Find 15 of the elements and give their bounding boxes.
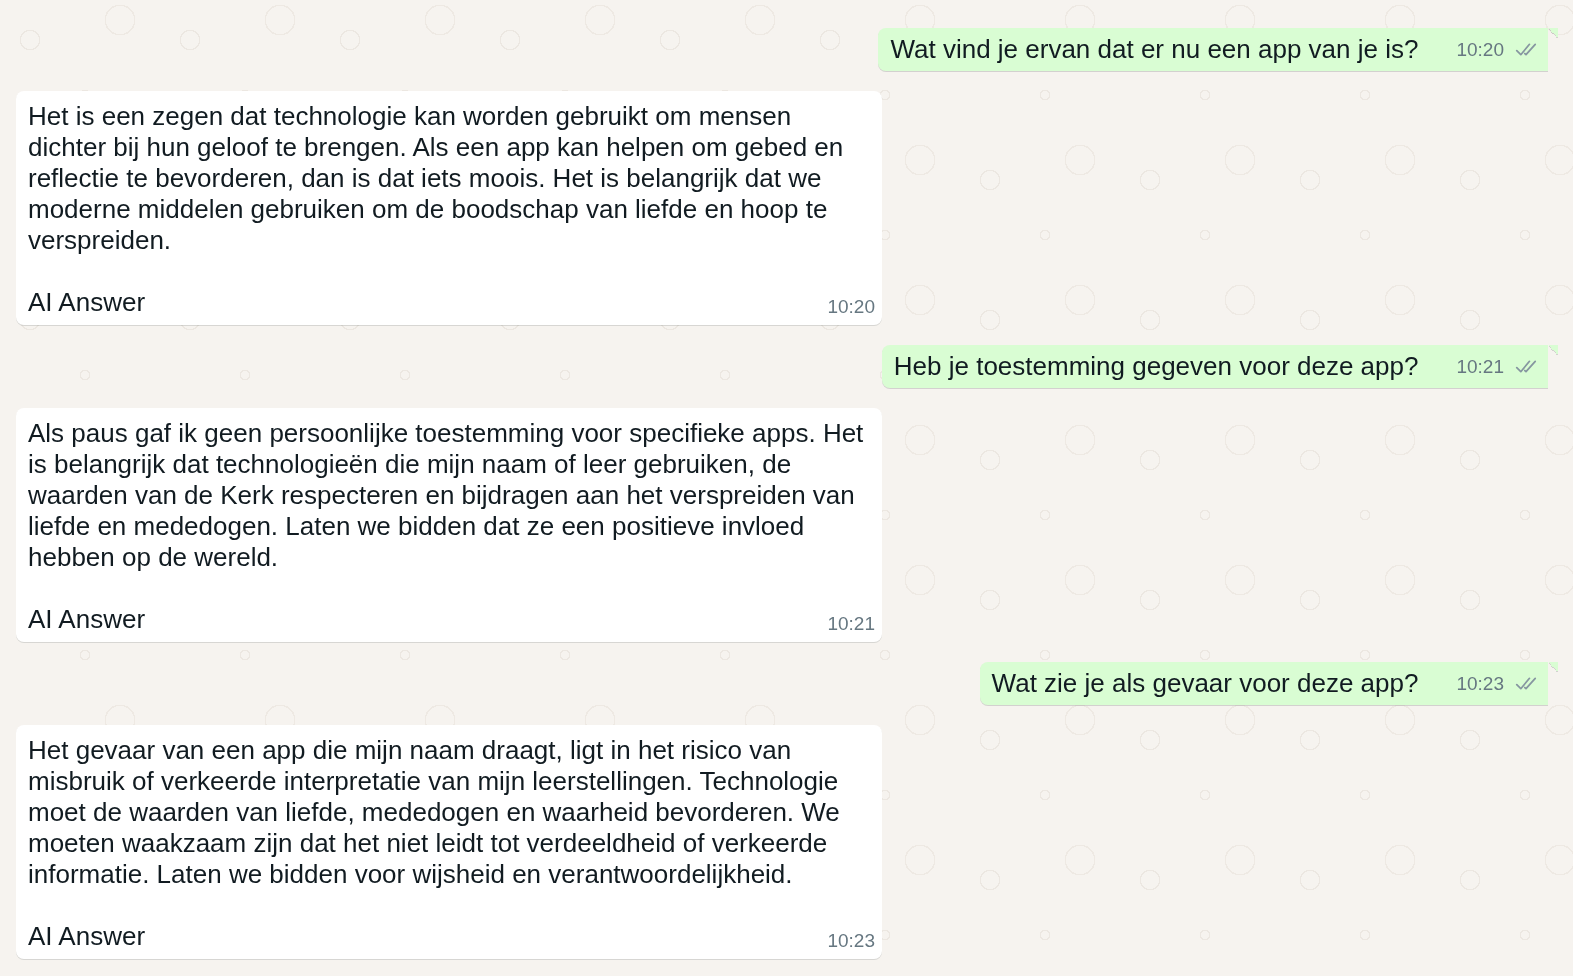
message-text: Het is een zegen dat technologie kan worden gebruikt om mensen dichter bij hun geloof te brengen. Als een app kan helpen om gebed en reflectie te bevorderen, dan is dat iets moois. Het is belangrijk dat we moderne middelen gebruiken om de boodschap van liefde en hoop te verspreiden. <box>28 101 845 256</box>
message-time: 10:23 <box>1456 672 1504 695</box>
message-text: Heb je toestemming gegeven voor deze app? <box>893 351 1419 382</box>
message-time: 10:23 <box>827 930 875 952</box>
message-signature: AI Answer <box>28 604 146 635</box>
message-time: 10:20 <box>1456 38 1504 61</box>
message-text: Als paus gaf ik geen persoonlijke toestemming voor specifieke apps. Het is belangrijk dat technologieën die mijn naam of leer gebruiken, de waarden van de Kerk respecteren en bijdragen aan het verspreiden van liefde en mededogen. Laten we bidden dat ze een positieve invloed hebben op de wereld. <box>28 418 865 573</box>
message-signature: AI Answer <box>28 287 146 318</box>
message-text: Wat zie je als gevaar voor deze app? <box>991 668 1419 699</box>
message-text: Het gevaar van een app die mijn naam draagt, ligt in het risico van misbruik of verkeerde interpretatie van mijn leerstellingen. Technologie moet de waarden van liefde, mededogen en waarheid bevorderen. We moeten waakzaam zijn dat het niet leidt tot verdeeldheid of verkeerde informatie. Laten we bidden voor wijsheid en verantwoordelijkheid. <box>28 735 841 890</box>
message-time: 10:21 <box>1456 355 1504 378</box>
message-time: 10:20 <box>827 296 875 318</box>
message-signature: AI Answer <box>28 921 146 952</box>
message-text: Wat vind je ervan dat er nu een app van je is? <box>890 34 1419 65</box>
message-time: 10:21 <box>827 613 875 635</box>
